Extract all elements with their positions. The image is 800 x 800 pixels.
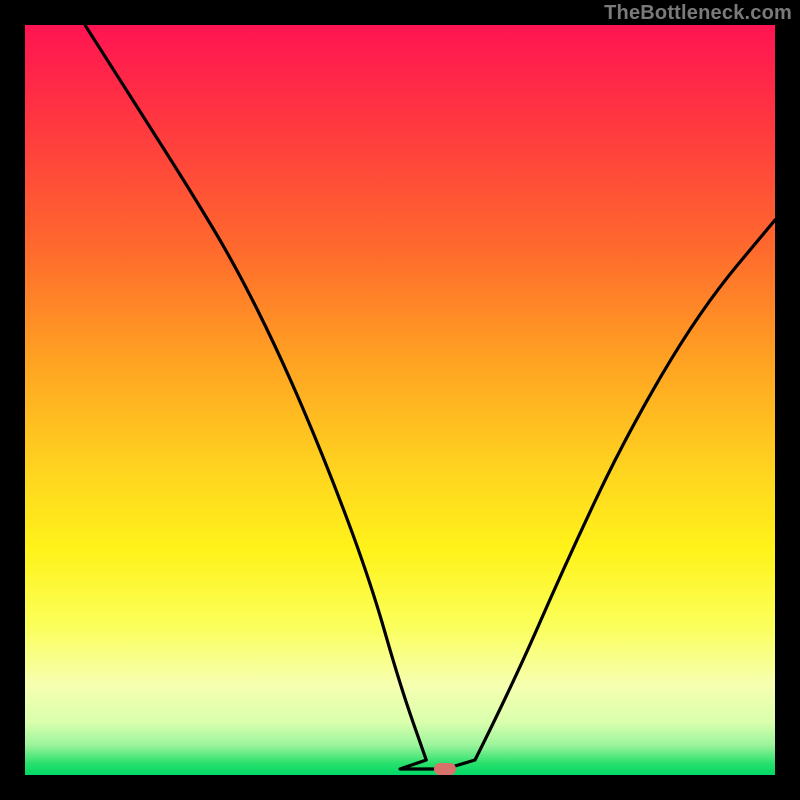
plot-area [25, 25, 775, 775]
watermark-text: TheBottleneck.com [604, 2, 792, 25]
bottleneck-curve [25, 25, 775, 775]
optimal-point-marker [434, 763, 456, 775]
chart-frame: TheBottleneck.com [0, 0, 800, 800]
